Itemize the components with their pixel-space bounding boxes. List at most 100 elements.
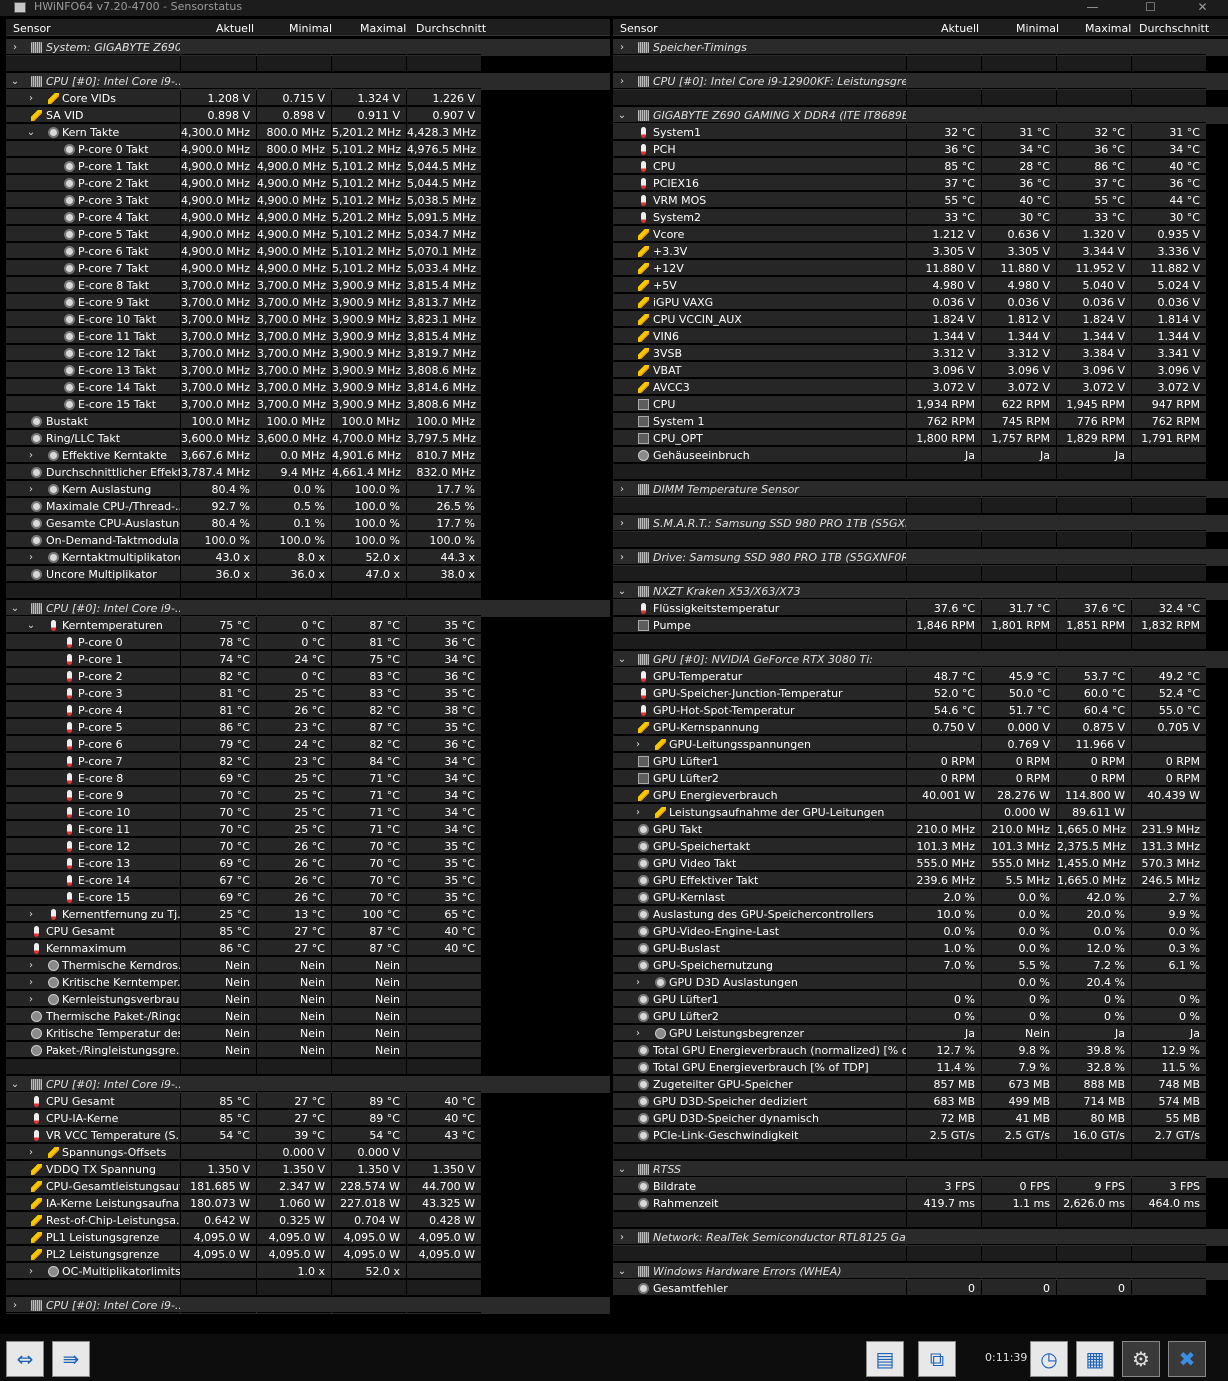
sensor-row[interactable]: GPU Takt 210.0 MHz 210.0 MHz 1,665.0 MHz 231… (613, 821, 1228, 838)
expand-icon[interactable]: › (26, 447, 36, 464)
sensor-row[interactable]: GPU-Speicher-Junction-Temperatur 52.0 °C 5… (613, 685, 1228, 702)
expand-icon[interactable]: › (633, 1025, 643, 1042)
sensor-row[interactable]: VIN6 1.344 V 1.344 V 1.344 V 1.344 V (613, 328, 1228, 345)
prev-next-icon[interactable]: ⇔ (6, 1341, 44, 1377)
sensor-row[interactable]: GPU-Temperatur 48.7 °C 45.9 °C 53.7 °C 49.2 … (613, 668, 1228, 685)
sensor-row[interactable]: › Kernentfernung zu Tj... 25 °C 13 °C 100 °C… (6, 906, 610, 923)
network-icon[interactable]: ⧉ (918, 1341, 956, 1377)
sensor-row[interactable]: System1 32 °C 31 °C 32 °C 31 °C (613, 124, 1228, 141)
sensor-row[interactable]: Total GPU Energieverbrauch [% of TDP] 11.… (613, 1059, 1228, 1076)
sensor-row[interactable]: On-Demand-Taktmodula... 100.0 % 100.0 % 100… (6, 532, 610, 549)
sensor-row[interactable]: Paket-/Ringleistungsgre... Nein Nein Nein (6, 1042, 610, 1059)
sensor-row[interactable]: IA-Kerne Leistungsaufna... 180.073 W 1.060… (6, 1195, 610, 1212)
sensor-row[interactable]: VBAT 3.096 V 3.096 V 3.096 V 3.096 V (613, 362, 1228, 379)
sensor-row[interactable]: P-core 3 81 °C 25 °C 83 °C 35 °C (6, 685, 610, 702)
sensor-row[interactable]: E-core 14 Takt 3,700.0 MHz 3,700.0 MHz 3,90… (6, 379, 610, 396)
sensor-row[interactable]: › Kernleistungsverbrau... Nein Nein Nein (6, 991, 610, 1008)
sensor-row[interactable]: P-core 5 Takt 4,900.0 MHz 4,900.0 MHz 5,101… (6, 226, 610, 243)
navigate-icon[interactable]: ⇛ (52, 1341, 90, 1377)
sensor-row[interactable]: Maximale CPU-/Thread-... 92.7 % 0.5 % 100.0… (6, 498, 610, 515)
sensor-row[interactable]: P-core 6 79 °C 24 °C 82 °C 36 °C (6, 736, 610, 753)
collapse-icon[interactable]: ⌄ (26, 617, 36, 634)
sensor-row[interactable]: P-core 6 Takt 4,900.0 MHz 4,900.0 MHz 5,101… (6, 243, 610, 260)
sensor-row[interactable]: Total GPU Energieverbrauch (normalized) … (613, 1042, 1228, 1059)
sensor-row[interactable]: › GPU Leistungsbegrenzer Ja Nein Ja Ja (613, 1025, 1228, 1042)
sensor-row[interactable]: CPU Gesamt 85 °C 27 °C 87 °C 40 °C (6, 923, 610, 940)
right-sensor-panel[interactable]: Sensor Aktuell Minimal Maximal Durchschn… (613, 19, 1228, 1332)
sensor-row[interactable]: › Kerntaktmultiplikatoren 43.0 x 8.0 x 52.0 … (6, 549, 610, 566)
sensor-row[interactable]: Auslastung des GPU-Speichercontrollers 10… (613, 906, 1228, 923)
collapse-icon[interactable]: ⌄ (617, 1263, 627, 1280)
expand-icon[interactable]: › (10, 39, 20, 56)
expand-icon[interactable]: › (26, 90, 36, 107)
sensor-row[interactable]: E-core 12 Takt 3,700.0 MHz 3,700.0 MHz 3,90… (6, 345, 610, 362)
sensor-row[interactable]: 3VSB 3.312 V 3.312 V 3.384 V 3.341 V (613, 345, 1228, 362)
sensor-row[interactable]: GPU-Hot-Spot-Temperatur 54.6 °C 51.7 °C 60.… (613, 702, 1228, 719)
sensor-row[interactable]: › GPU-Leitungsspannungen 0.769 V 11.966 V (613, 736, 1228, 753)
sensor-group-row[interactable]: › Drive: Samsung SSD 980 PRO 1TB (S5GXNF0… (613, 549, 1228, 566)
minimize-button[interactable]: — (1070, 0, 1115, 16)
col-current[interactable]: Aktuell (216, 22, 254, 35)
collapse-icon[interactable]: ⌄ (10, 73, 20, 90)
sensor-row[interactable]: PL1 Leistungsgrenze 4,095.0 W 4,095.0 W 4,0… (6, 1229, 610, 1246)
sensor-row[interactable]: GPU Energieverbrauch 40.001 W 28.276 W 114.… (613, 787, 1228, 804)
sensor-row[interactable]: GPU Lüfter1 0 RPM 0 RPM 0 RPM 0 RPM (613, 753, 1228, 770)
sensor-row[interactable]: P-core 2 82 °C 0 °C 83 °C 36 °C (6, 668, 610, 685)
sensor-row[interactable]: P-core 2 Takt 4,900.0 MHz 4,900.0 MHz 5,101… (6, 175, 610, 192)
sensor-group-row[interactable]: › S.M.A.R.T.: Samsung SSD 980 PRO 1TB (S5… (613, 515, 1228, 532)
sensor-row[interactable]: GPU-Kernspannung 0.750 V 0.000 V 0.875 V 0.7… (613, 719, 1228, 736)
sensor-row[interactable]: Rahmenzeit 419.7 ms 1.1 ms 2,626.0 ms 464.0 … (613, 1195, 1228, 1212)
sensor-row[interactable]: E-core 9 70 °C 25 °C 71 °C 34 °C (6, 787, 610, 804)
sensor-group-row[interactable]: › DIMM Temperature Sensor (613, 481, 1228, 498)
sensor-row[interactable]: P-core 7 82 °C 23 °C 84 °C 34 °C (6, 753, 610, 770)
collapse-icon[interactable]: ⌄ (617, 651, 627, 668)
col-sensor[interactable]: Sensor (620, 22, 658, 35)
sensor-row[interactable]: E-core 15 69 °C 26 °C 70 °C 35 °C (6, 889, 610, 906)
sensor-row[interactable]: PCH 36 °C 34 °C 36 °C 34 °C (613, 141, 1228, 158)
sensor-row[interactable]: CPU VCCIN_AUX 1.824 V 1.812 V 1.824 V 1.814 … (613, 311, 1228, 328)
sensor-row[interactable]: E-core 13 Takt 3,700.0 MHz 3,700.0 MHz 3,90… (6, 362, 610, 379)
left-sensor-panel[interactable]: Sensor Aktuell Minimal Maximal Durchschn… (6, 19, 610, 1332)
col-current[interactable]: Aktuell (941, 22, 979, 35)
expand-icon[interactable]: › (617, 481, 627, 498)
sensor-row[interactable]: E-core 9 Takt 3,700.0 MHz 3,700.0 MHz 3,900… (6, 294, 610, 311)
sensor-row[interactable]: SA VID 0.898 V 0.898 V 0.911 V 0.907 V (6, 107, 610, 124)
sensor-row[interactable]: E-core 14 67 °C 26 °C 70 °C 35 °C (6, 872, 610, 889)
sensor-row[interactable]: P-core 1 Takt 4,900.0 MHz 4,900.0 MHz 5,101… (6, 158, 610, 175)
sensor-row[interactable]: VRM MOS 55 °C 40 °C 55 °C 44 °C (613, 192, 1228, 209)
sensor-row[interactable]: Bustakt 100.0 MHz 100.0 MHz 100.0 MHz 100.0 … (6, 413, 610, 430)
sensor-row[interactable]: CPU 1,934 RPM 622 RPM 1,945 RPM 947 RPM (613, 396, 1228, 413)
sensor-row[interactable]: PL2 Leistungsgrenze 4,095.0 W 4,095.0 W 4,0… (6, 1246, 610, 1263)
sensor-row[interactable]: GPU-Kernlast 2.0 % 0.0 % 42.0 % 2.7 % (613, 889, 1228, 906)
expand-icon[interactable]: › (26, 906, 36, 923)
expand-icon[interactable]: › (617, 73, 627, 90)
sensor-row[interactable]: GPU Lüfter1 0 % 0 % 0 % 0 % (613, 991, 1228, 1008)
sensor-row[interactable]: E-core 8 Takt 3,700.0 MHz 3,700.0 MHz 3,900… (6, 277, 610, 294)
expand-icon[interactable]: › (617, 39, 627, 56)
sensor-row[interactable]: P-core 0 Takt 4,900.0 MHz 800.0 MHz 5,101.2… (6, 141, 610, 158)
sensor-row[interactable]: E-core 11 Takt 3,700.0 MHz 3,700.0 MHz 3,90… (6, 328, 610, 345)
expand-icon[interactable]: › (633, 804, 643, 821)
sensor-row[interactable]: GPU Video Takt 555.0 MHz 555.0 MHz 1,455.0 … (613, 855, 1228, 872)
sensor-row[interactable]: Flüssigkeitstemperatur 37.6 °C 31.7 °C 37.6… (613, 600, 1228, 617)
col-avg[interactable]: Durchschnitt (416, 22, 486, 35)
clock-reset-icon[interactable]: ◷ (1030, 1341, 1068, 1377)
sensor-row[interactable]: CPU_OPT 1,800 RPM 1,757 RPM 1,829 RPM 1,791 … (613, 430, 1228, 447)
sensor-row[interactable]: › Core VIDs 1.208 V 0.715 V 1.324 V 1.226 V (6, 90, 610, 107)
sensor-group-row[interactable]: ⌄ CPU [#0]: Intel Core i9-... (6, 600, 610, 617)
col-max[interactable]: Maximal (1085, 22, 1131, 35)
sensor-group-row[interactable]: ⌄ GPU [#0]: NVIDIA GeForce RTX 3080 Ti: (613, 651, 1228, 668)
sensor-row[interactable]: Kernmaximum 86 °C 27 °C 87 °C 40 °C (6, 940, 610, 957)
sensor-row[interactable]: Zugeteilter GPU-Speicher 857 MB 673 MB 888 … (613, 1076, 1228, 1093)
expand-icon[interactable]: › (26, 481, 36, 498)
sensor-group-row[interactable]: ⌄ NXZT Kraken X53/X63/X73 (613, 583, 1228, 600)
sensor-group-row[interactable]: ⌄ GIGABYTE Z690 GAMING X DDR4 (ITE IT8689… (613, 107, 1228, 124)
sensor-row[interactable]: P-core 4 Takt 4,900.0 MHz 4,900.0 MHz 5,201… (6, 209, 610, 226)
collapse-icon[interactable]: ⌄ (26, 124, 36, 141)
sensor-row[interactable]: CPU Gesamt 85 °C 27 °C 89 °C 40 °C (6, 1093, 610, 1110)
expand-icon[interactable]: › (26, 549, 36, 566)
expand-icon[interactable]: › (10, 1297, 20, 1314)
sensor-row[interactable]: CPU 85 °C 28 °C 86 °C 40 °C (613, 158, 1228, 175)
report-icon[interactable]: ▤ (866, 1341, 904, 1377)
sensor-row[interactable]: › Thermische Kerndros... Nein Nein Nein (6, 957, 610, 974)
